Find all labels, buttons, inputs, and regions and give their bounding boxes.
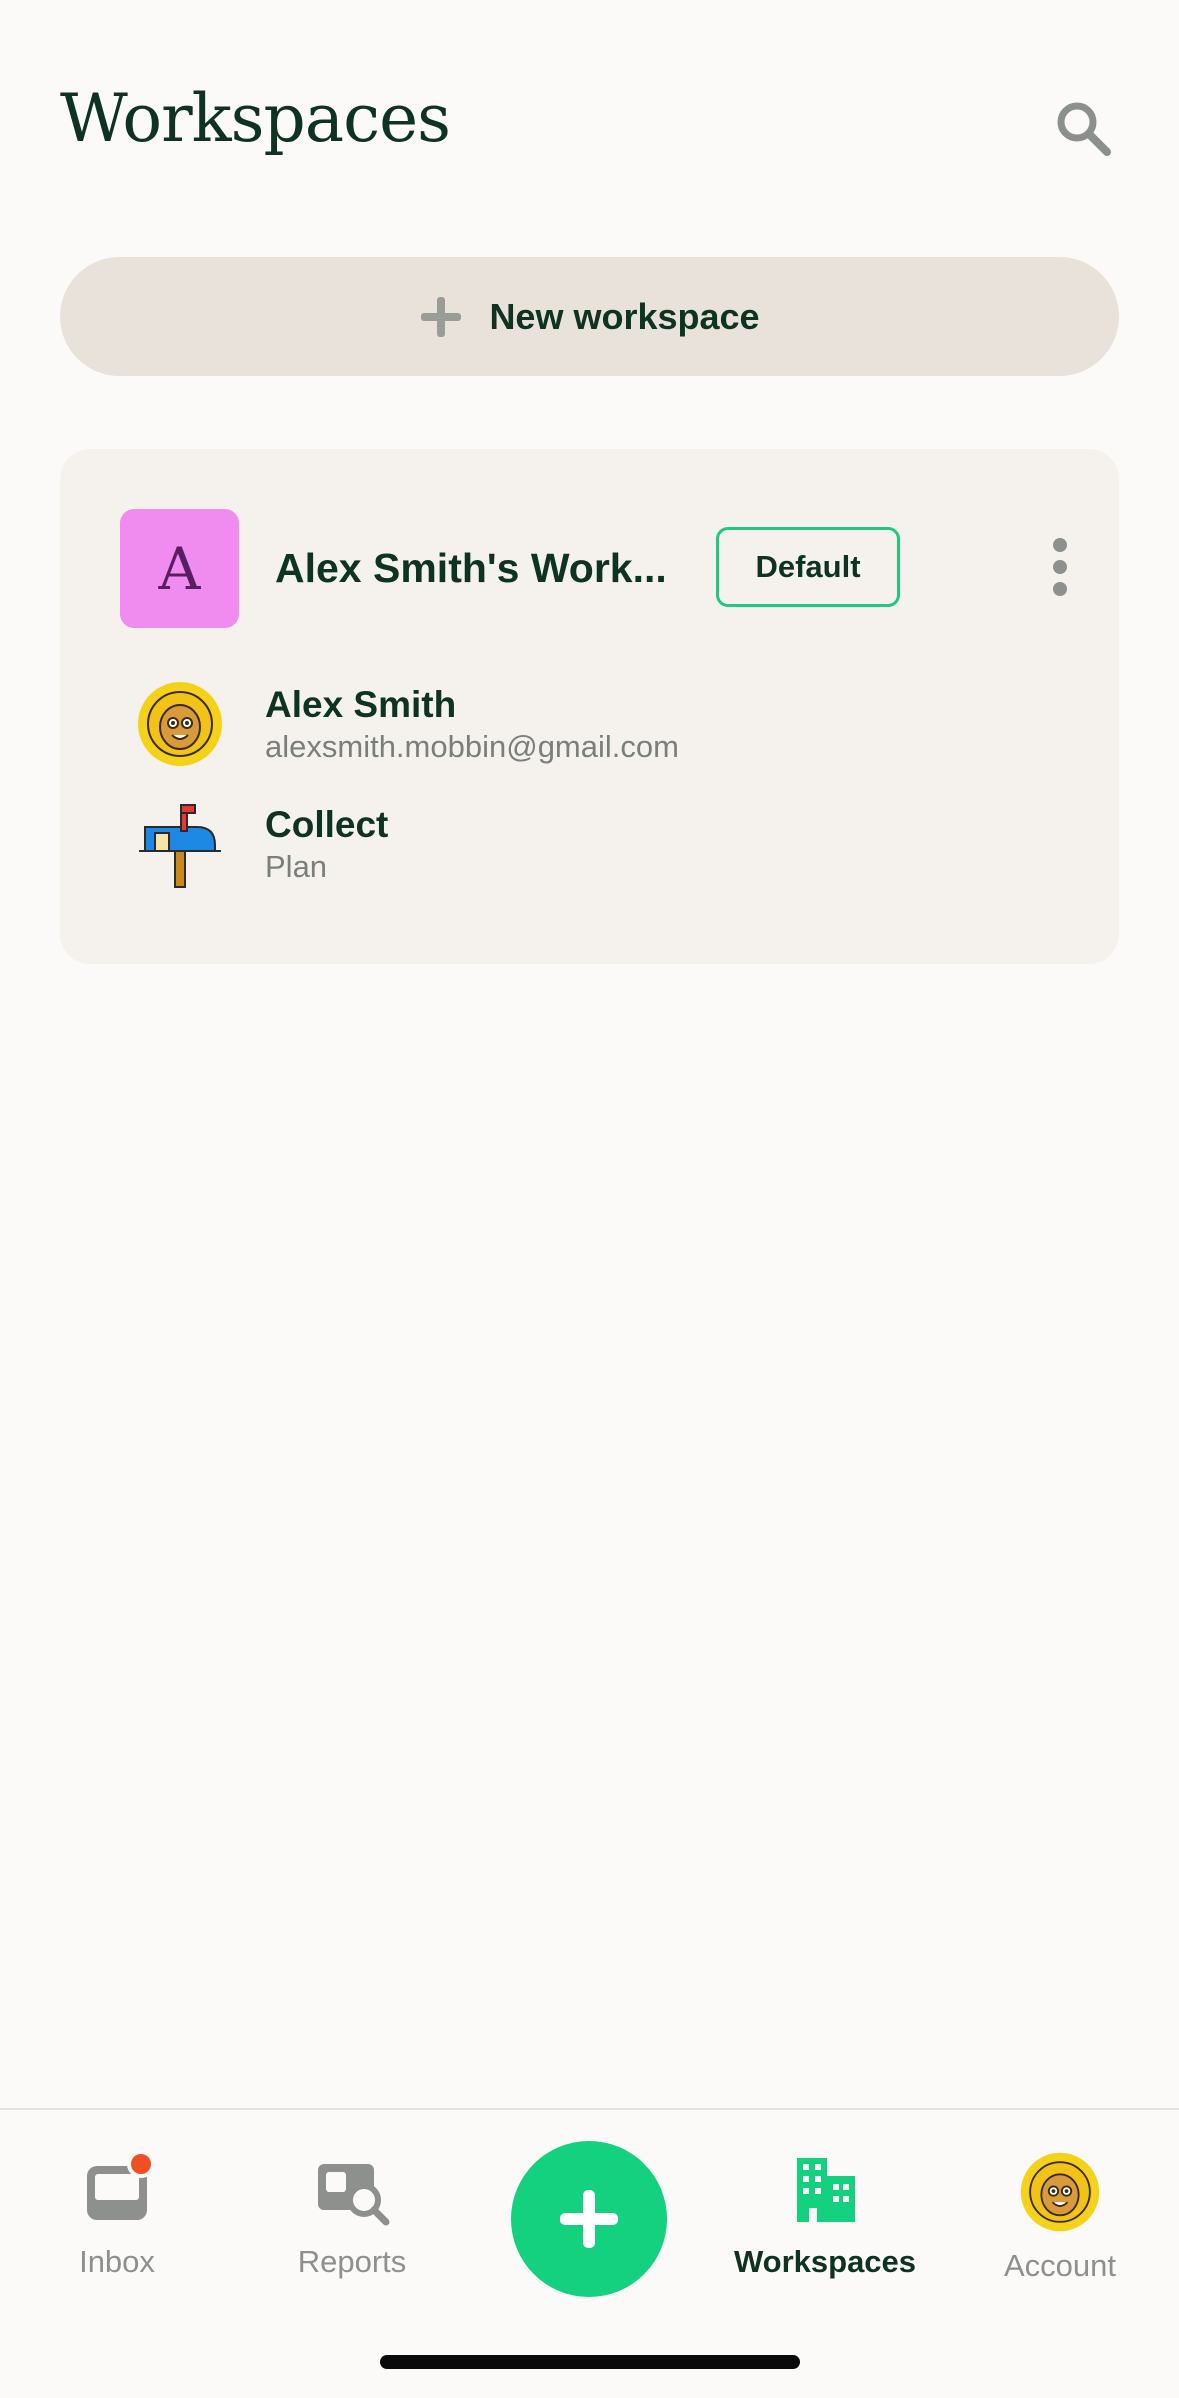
plus-icon <box>421 296 462 337</box>
plan-name: Collect <box>265 804 389 845</box>
owner-avatar-icon <box>138 682 222 766</box>
mailbox-icon <box>139 804 221 888</box>
new-workspace-label: New workspace <box>489 295 760 337</box>
tab-workspaces[interactable]: Workspaces <box>725 2150 925 2300</box>
owner-name: Alex Smith <box>265 684 457 725</box>
tab-workspaces-label: Workspaces <box>733 2244 917 2279</box>
tab-account-label: Account <box>1003 2248 1116 2283</box>
tab-reports-label: Reports <box>297 2244 407 2279</box>
inbox-icon <box>87 2150 155 2220</box>
create-button[interactable] <box>511 2141 667 2297</box>
new-workspace-button[interactable]: New workspace <box>60 257 1119 376</box>
tab-reports[interactable]: Reports <box>252 2150 452 2300</box>
tab-inbox[interactable]: Inbox <box>17 2150 217 2300</box>
search-icon <box>1057 102 1111 156</box>
workspace-name: Alex Smith's Work... <box>275 545 667 591</box>
search-button[interactable] <box>1050 95 1116 161</box>
owner-email: alexsmith.mobbin@gmail.com <box>265 729 679 764</box>
page-title: Workspaces <box>60 80 451 157</box>
more-options-button[interactable] <box>1020 527 1100 607</box>
more-vertical-icon <box>1053 538 1067 596</box>
tab-inbox-label: Inbox <box>79 2244 155 2279</box>
plus-icon <box>560 2190 618 2248</box>
avatar-icon <box>1020 2152 1100 2232</box>
buildings-icon <box>797 2158 855 2222</box>
default-badge: Default <box>716 527 900 607</box>
home-indicator[interactable] <box>380 2355 800 2369</box>
reports-icon <box>318 2164 390 2226</box>
plan-label: Plan <box>265 849 328 884</box>
workspace-avatar: A <box>120 509 239 628</box>
workspace-card[interactable]: A Alex Smith's Work... Default Alex Smit… <box>60 449 1119 964</box>
tab-account[interactable]: Account <box>960 2150 1160 2300</box>
